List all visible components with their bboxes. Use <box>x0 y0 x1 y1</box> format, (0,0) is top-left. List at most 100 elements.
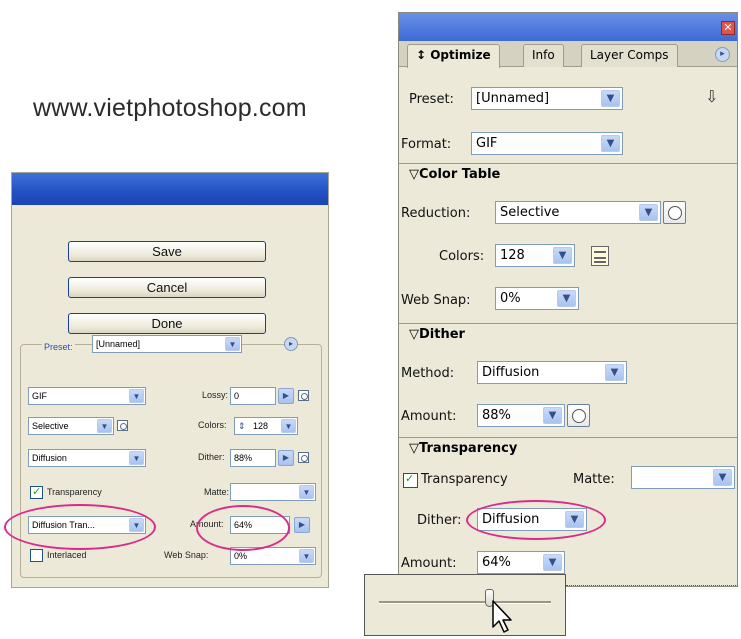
highlight-transparency-dither <box>4 504 156 550</box>
transparency-amount-field[interactable]: 64% ▼ <box>477 551 565 574</box>
chevron-down-icon: ▼ <box>225 337 240 351</box>
optimize-panel: ✕ ↕ Optimize Info Layer Comps ▸ Preset: … <box>398 12 738 587</box>
chevron-down-icon: ▼ <box>97 419 112 433</box>
tab-optimize[interactable]: ↕ Optimize <box>407 44 500 68</box>
mouse-pointer-icon <box>491 600 512 633</box>
preset-label: Preset: <box>409 92 454 107</box>
optimize-menu-icon[interactable]: ⇩ <box>705 87 725 109</box>
section-collapse-icon: ▽ <box>409 167 419 182</box>
chevron-down-icon: ▼ <box>557 290 576 307</box>
dither-section-header[interactable]: ▽Dither <box>399 323 737 345</box>
transparency-amount-label: Amount: <box>401 556 457 571</box>
preset-value: [Unnamed] <box>96 339 141 349</box>
web-snap-label: Web Snap: <box>401 293 471 308</box>
transparency-label: Transparency <box>47 487 102 497</box>
transparency-title: Transparency <box>419 441 518 456</box>
panel-title-bar: ✕ <box>399 13 737 41</box>
chevron-down-icon: ▼ <box>281 419 296 433</box>
chevron-down-icon: ▼ <box>605 364 624 381</box>
panel-menu-icon[interactable]: ▸ <box>715 47 730 62</box>
reduction-mask-icon[interactable] <box>117 420 128 431</box>
colors-label: Colors: <box>198 420 227 430</box>
matte-label: Matte: <box>573 472 615 487</box>
lossy-slider-button[interactable]: ▶ <box>278 388 294 404</box>
chevron-down-icon: ▼ <box>543 554 562 571</box>
save-button[interactable]: Save <box>68 241 266 262</box>
matte-select[interactable]: ▼ <box>631 466 735 489</box>
chevron-down-icon: ▼ <box>129 389 144 403</box>
preset-select[interactable]: [Unnamed] ▼ <box>471 87 623 110</box>
dither-method-select[interactable]: Diffusion ▼ <box>28 449 146 467</box>
dither-slider-button[interactable]: ▶ <box>278 450 294 466</box>
dither-method-value: Diffusion <box>482 365 540 380</box>
dither-method-value: Diffusion <box>32 453 67 463</box>
transparency-section-header[interactable]: ▽Transparency <box>399 437 737 459</box>
matte-label: Matte: <box>204 487 230 497</box>
color-table-icon[interactable] <box>591 246 609 266</box>
close-icon[interactable]: ✕ <box>721 21 735 35</box>
web-snap-select[interactable]: 0% ▼ <box>495 287 579 310</box>
matte-select[interactable]: ▼ <box>230 483 316 501</box>
dither-amount-field[interactable]: 88% ▼ <box>477 404 565 427</box>
format-select[interactable]: GIF ▼ <box>28 387 146 405</box>
reduction-select[interactable]: Selective ▼ <box>495 201 661 224</box>
reduction-value: Selective <box>500 205 560 220</box>
preset-label: Preset: <box>42 342 75 352</box>
done-button[interactable]: Done <box>68 313 266 334</box>
transparency-label: Transparency <box>421 472 508 487</box>
tab-grip-icon: ↕ <box>416 48 431 62</box>
dither-amount-value: 88% <box>482 408 511 423</box>
dither-field[interactable]: 88% <box>230 449 276 467</box>
chevron-down-icon: ▼ <box>713 469 732 486</box>
site-url-watermark: www.vietphotoshop.com <box>33 94 307 122</box>
dither-mask-icon[interactable] <box>298 452 309 463</box>
amount-slider-popup <box>364 574 566 636</box>
method-label: Method: <box>401 366 455 381</box>
chevron-down-icon: ▼ <box>601 90 620 107</box>
chevron-down-icon: ▼ <box>601 135 620 152</box>
section-collapse-icon: ▽ <box>409 441 419 456</box>
transparency-amount-value: 64% <box>482 555 511 570</box>
format-value: GIF <box>476 136 498 151</box>
reduction-mask-button[interactable] <box>663 201 686 224</box>
format-select[interactable]: GIF ▼ <box>471 132 623 155</box>
chevron-down-icon: ▼ <box>299 485 314 499</box>
dither-label: Dither: <box>198 452 225 462</box>
dither-method-select[interactable]: Diffusion ▼ <box>477 361 627 384</box>
section-collapse-icon: ▽ <box>409 327 419 342</box>
reduction-value: Selective <box>32 421 69 431</box>
chevron-down-icon: ▼ <box>299 549 314 563</box>
dither-mask-button[interactable] <box>567 404 590 427</box>
preset-select[interactable]: [Unnamed] ▼ <box>92 335 242 353</box>
chevron-down-icon: ▼ <box>543 407 562 424</box>
transparency-checkbox[interactable] <box>403 472 418 488</box>
tab-layer-comps[interactable]: Layer Comps <box>581 44 678 67</box>
highlight-transparency-dither-right <box>466 500 606 540</box>
slider-track[interactable] <box>379 601 551 604</box>
tab-optimize-label: Optimize <box>430 48 491 62</box>
reduction-select[interactable]: Selective ▼ <box>28 417 114 435</box>
colors-label: Colors: <box>439 249 485 264</box>
optimize-menu-icon[interactable]: ▸ <box>284 337 298 351</box>
lossy-label: Lossy: <box>202 390 229 400</box>
chevron-down-icon: ▼ <box>553 247 572 264</box>
lossy-field[interactable]: 0 <box>230 387 276 405</box>
tab-info[interactable]: Info <box>523 44 564 67</box>
colors-select[interactable]: ⇕ 128 ▼ <box>234 417 298 435</box>
web-snap-value: 0% <box>500 291 521 306</box>
amount-slider-button[interactable]: ▶ <box>294 517 310 533</box>
interlaced-label: Interlaced <box>47 550 87 560</box>
transparency-checkbox[interactable] <box>30 485 43 499</box>
colors-select[interactable]: 128 ▼ <box>495 244 575 267</box>
color-table-section-header[interactable]: ▽Color Table <box>399 163 737 185</box>
web-snap-label: Web Snap: <box>164 550 209 560</box>
cancel-button[interactable]: Cancel <box>68 277 266 298</box>
dither-amount-label: Amount: <box>401 409 457 424</box>
colors-value: 128 <box>253 421 269 431</box>
interlaced-checkbox[interactable] <box>30 549 43 562</box>
lossy-mask-icon[interactable] <box>298 390 309 401</box>
divider-line <box>566 585 738 586</box>
stepper-icon[interactable]: ⇕ <box>238 418 246 434</box>
chevron-down-icon: ▼ <box>129 451 144 465</box>
reduction-label: Reduction: <box>401 206 471 221</box>
